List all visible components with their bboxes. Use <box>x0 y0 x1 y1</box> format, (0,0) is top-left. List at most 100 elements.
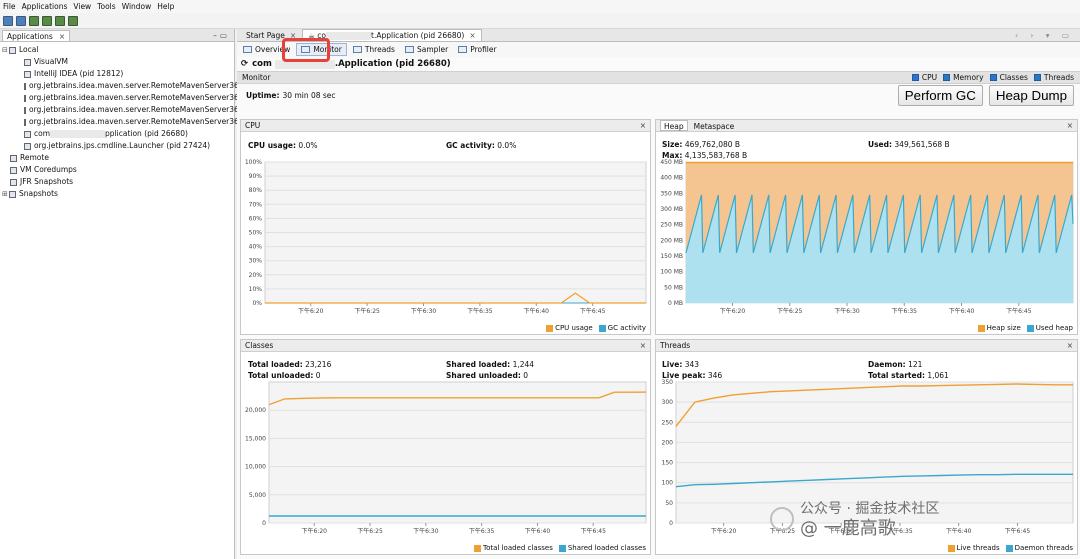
threads-icon <box>352 46 362 53</box>
live-threads-value: 343 <box>684 360 700 369</box>
close-icon[interactable]: × <box>640 121 646 130</box>
legend-label: Shared loaded classes <box>567 544 646 552</box>
stat-label: Used: <box>868 140 893 149</box>
applications-tree: ⊟ Local VisualVM IntelliJ IDEA (pid 12812) o… <box>0 42 263 200</box>
uptime-row: Uptime: 30 min 08 sec Perform GC Heap Du… <box>237 84 1080 106</box>
menu-view[interactable]: View <box>73 2 91 11</box>
y-tick-label: 350 <box>662 379 674 386</box>
tree-node-label: org.jetbrains.jps.cmdline.Launcher (pid … <box>34 141 211 150</box>
monitor-title: Monitor <box>242 73 271 82</box>
tree-node-label: org.jetbrains.idea.maven.server.RemoteMa… <box>29 93 263 102</box>
expand-toggle-icon[interactable]: ⊟ <box>2 44 9 56</box>
menu-window[interactable]: Window <box>122 2 152 11</box>
applications-tab[interactable]: Applications × <box>2 30 71 41</box>
subtab-sampler[interactable]: Sampler <box>401 44 452 55</box>
tree-node[interactable]: org.jetbrains.idea.maven.server.RemoteMa… <box>2 116 263 128</box>
threads-legend: Live threads Daemon threads <box>942 544 1073 552</box>
close-icon[interactable]: × <box>640 341 646 350</box>
document-tabbar: Start Page × ☕ co t.Application (pid 26680… <box>237 29 1080 42</box>
tree-node[interactable]: JFR Snapshots <box>2 176 234 188</box>
tree-node[interactable]: org.jetbrains.idea.maven.server.RemoteMa… <box>2 80 263 92</box>
expand-toggle-icon[interactable]: ⊞ <box>2 188 9 200</box>
cpu-usage-value: 0.0% <box>298 141 318 150</box>
tree-node-label: JFR Snapshots <box>20 177 74 186</box>
load-snapshot-icon[interactable] <box>16 15 26 26</box>
checkbox-checked-icon <box>1033 74 1041 81</box>
legend-label: GC activity <box>607 324 646 332</box>
legend-swatch <box>947 544 955 552</box>
subtab-label: Threads <box>364 45 395 54</box>
load-application-icon[interactable] <box>3 15 13 26</box>
tree-node-label: Local <box>19 45 39 54</box>
add-remote-host-icon[interactable] <box>42 15 52 26</box>
memory-checkbox[interactable]: Memory <box>943 73 984 82</box>
y-tick-label: 400 MB <box>660 175 683 182</box>
heap-legend: Heap size Used heap <box>972 324 1073 332</box>
tree-node[interactable]: org.jetbrains.jps.cmdline.Launcher (pid … <box>2 140 234 152</box>
close-icon[interactable]: × <box>59 32 65 41</box>
threads-checkbox[interactable]: Threads <box>1033 73 1074 82</box>
menu-applications[interactable]: Applications <box>22 2 68 11</box>
classes-checkbox[interactable]: Classes <box>989 73 1028 82</box>
checkbox-checked-icon <box>911 74 919 81</box>
heap-used-value: 349,561,568 B <box>894 140 950 149</box>
add-jmx-icon[interactable] <box>29 15 39 26</box>
close-icon[interactable]: × <box>1067 341 1073 350</box>
threads-panel-header: Threads × <box>656 340 1077 352</box>
y-tick-label: 200 <box>662 439 674 446</box>
tree-node[interactable]: VisualVM <box>2 56 234 68</box>
tree-node[interactable]: VM Coredumps <box>2 164 234 176</box>
heap-panel-header: Heap Metaspace × <box>656 120 1077 132</box>
legend-swatch <box>977 324 985 332</box>
close-icon[interactable]: × <box>1067 121 1073 130</box>
tree-node[interactable]: org.jetbrains.idea.maven.server.RemoteMa… <box>2 92 263 104</box>
y-tick-label: 100% <box>245 159 262 166</box>
heap-chart: 0 MB 50 MB 100 MB 150 MB 200 MB 250 MB 300 MB 3… <box>660 159 1074 315</box>
tree-node[interactable]: Remote <box>2 152 234 164</box>
menu-file[interactable]: File <box>3 2 16 11</box>
heap-size-value: 469,762,080 B <box>684 140 741 149</box>
y-tick-label: 20% <box>249 272 263 279</box>
menu-tools[interactable]: Tools <box>97 2 115 11</box>
daemon-threads-value: 121 <box>908 360 923 369</box>
perform-gc-button[interactable]: Perform GC <box>897 84 983 106</box>
y-tick-label: 70% <box>249 201 263 208</box>
tree-node[interactable]: com pplication (pid 26680) <box>2 128 234 140</box>
x-tick-label: 下午6:35 <box>467 307 493 315</box>
y-tick-label: 0% <box>252 300 262 307</box>
cpu-checkbox[interactable]: CPU <box>911 73 938 82</box>
panel-title: Classes <box>245 341 274 350</box>
x-tick-label: 下午6:25 <box>357 527 383 535</box>
subtab-profiler[interactable]: Profiler <box>454 44 500 55</box>
menu-help[interactable]: Help <box>157 2 174 11</box>
checkbox-label: CPU <box>921 73 938 82</box>
add-coredump-icon[interactable] <box>55 15 65 26</box>
options-icon[interactable] <box>68 15 78 26</box>
subtab-threads[interactable]: Threads <box>349 44 399 55</box>
tree-node[interactable]: org.jetbrains.idea.maven.server.RemoteMa… <box>2 104 263 116</box>
applications-tabbar: Applications × <box>0 29 234 42</box>
heap-dump-button[interactable]: Heap Dump <box>988 84 1074 106</box>
tree-node-label: Remote <box>20 153 49 162</box>
close-icon[interactable]: × <box>469 31 475 40</box>
tree-node-label: org.jetbrains.idea.maven.server.RemoteMa… <box>29 117 263 126</box>
applications-panel: Applications × –▭ ⊟ Local VisualVM IntelliJ … <box>0 29 263 559</box>
tab-metaspace[interactable]: Metaspace <box>690 120 739 131</box>
stat-label: Total loaded: <box>248 360 303 369</box>
watermark: 公众号 · 掘金技术社区 @ 一鹿高歌 <box>770 496 1080 542</box>
gc-activity-value: 0.0% <box>497 141 517 150</box>
jfr-icon <box>10 178 17 186</box>
minimize-icon[interactable]: –▭ <box>213 31 230 40</box>
tree-node[interactable]: IntelliJ IDEA (pid 12812) <box>2 68 234 80</box>
wechat-logo-icon <box>770 507 794 531</box>
tree-node[interactable]: ⊟ Local <box>2 44 234 56</box>
stat-label: CPU usage: <box>248 141 297 150</box>
tree-node[interactable]: ⊞ Snapshots <box>2 188 234 200</box>
y-tick-label: 20,000 <box>245 407 266 414</box>
tab-controls-icon[interactable]: ‹ › ▾ ▭ <box>1015 31 1074 40</box>
x-tick-label: 下午6:20 <box>720 307 746 315</box>
highlight-box <box>282 38 330 62</box>
y-tick-label: 0 <box>262 520 266 527</box>
tab-heap[interactable]: Heap <box>660 120 688 131</box>
java-app-icon <box>24 94 26 102</box>
